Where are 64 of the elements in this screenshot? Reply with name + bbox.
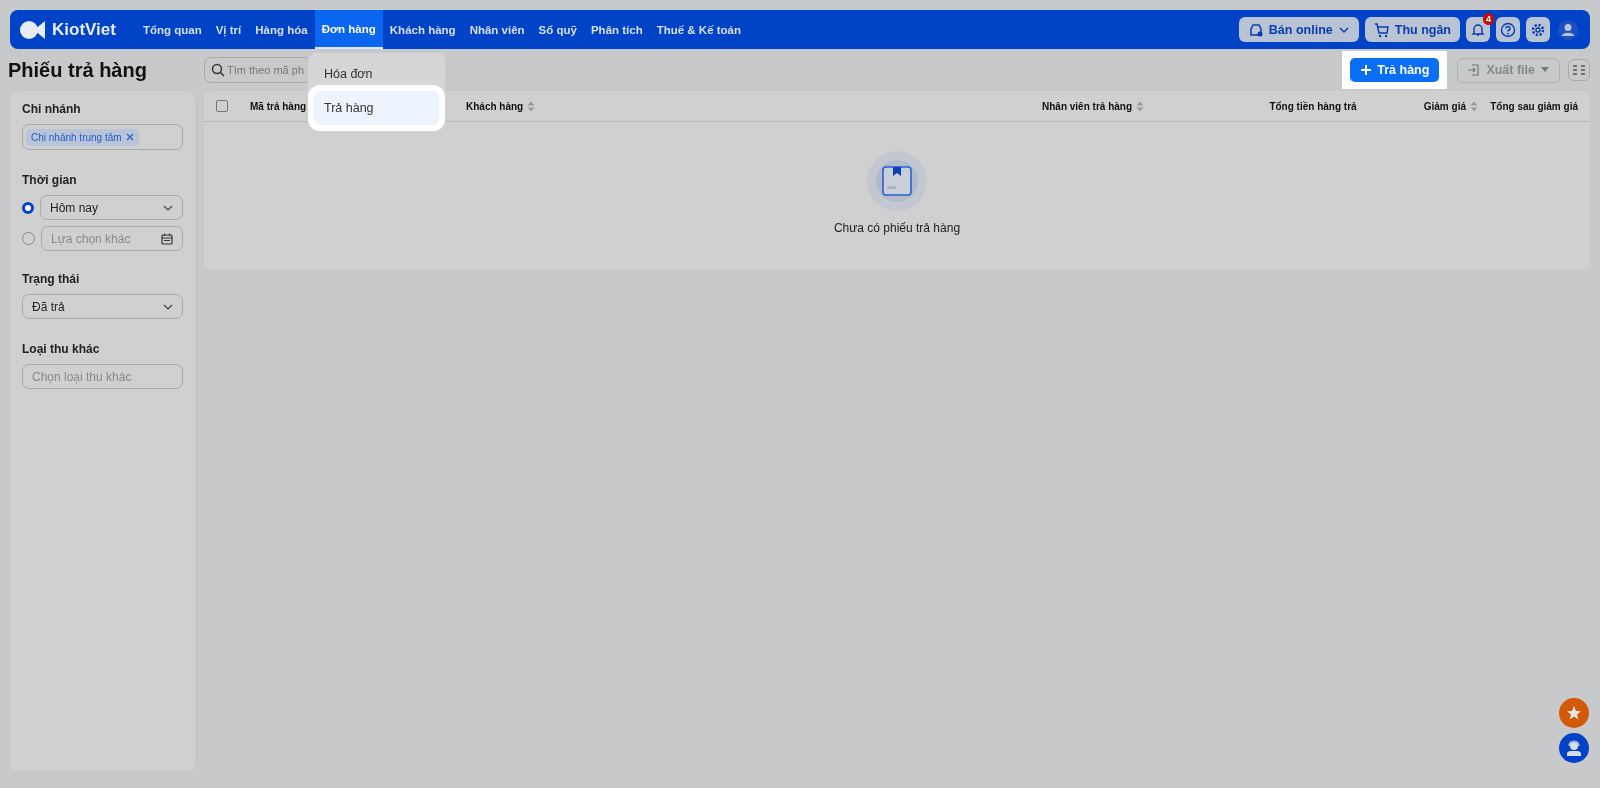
column-header: Khách hàng xyxy=(466,100,524,112)
brand-name: KiotViet xyxy=(52,19,116,40)
star-icon xyxy=(1566,705,1582,721)
nav-tab[interactable]: Sổ quỹ xyxy=(531,10,584,49)
column-settings-button[interactable] xyxy=(1568,59,1590,81)
empty-message: Chưa có phiếu trả hàng xyxy=(833,221,961,235)
nav-tab[interactable]: Tổng quan xyxy=(135,10,209,49)
chevron-down-icon xyxy=(163,204,173,211)
column-header: Tổng sau giảm giá xyxy=(1490,100,1578,112)
nav-tab[interactable]: Đơn hàng xyxy=(314,10,383,49)
nav-tab[interactable]: Vị trí xyxy=(208,10,249,49)
sort-icon[interactable] xyxy=(1136,100,1144,112)
help-icon xyxy=(1500,21,1516,38)
page-title: Phiếu trả hàng xyxy=(8,58,148,82)
menu-item[interactable]: Hóa đơn xyxy=(314,57,439,91)
column-header: Mã trả hàng xyxy=(250,100,307,112)
columns-icon xyxy=(1572,64,1586,76)
radio-button[interactable] xyxy=(22,201,34,214)
help-button[interactable] xyxy=(1496,17,1520,42)
bell-icon xyxy=(1471,22,1485,37)
field-placeholder: Lựa chọn khác xyxy=(51,231,131,246)
cart-icon xyxy=(1373,21,1390,38)
chevron-down-icon xyxy=(163,303,173,310)
filter-label: Loại thu khác xyxy=(22,342,101,356)
search-icon xyxy=(211,63,225,77)
caret-icon xyxy=(1540,66,1550,74)
tag-label: Chi nhánh trung tâm xyxy=(31,131,122,143)
cashier-button[interactable]: Thu ngân xyxy=(1364,17,1460,42)
favorite-button[interactable] xyxy=(1559,698,1589,728)
select-all-checkbox[interactable] xyxy=(216,100,228,112)
select-value: Hôm nay xyxy=(50,200,99,215)
column-header: Tổng tiền hàng trả xyxy=(1269,100,1357,112)
nav-tab[interactable]: Thuế & Kế toán xyxy=(649,10,749,49)
support-button[interactable] xyxy=(1559,733,1589,763)
branch-field[interactable]: Chi nhánh trung tâm xyxy=(22,124,183,150)
notification-badge: 4 xyxy=(1483,13,1494,25)
add-return-button[interactable]: Trả hàng xyxy=(1350,58,1440,82)
sort-icon[interactable] xyxy=(1470,100,1478,112)
account-button[interactable] xyxy=(1556,17,1580,42)
plus-icon xyxy=(1360,64,1373,76)
time-select[interactable]: Hôm nay xyxy=(40,195,183,220)
filter-label: Chi nhánh xyxy=(22,102,82,116)
store-icon xyxy=(1247,21,1264,38)
nav-tab[interactable]: Nhân viên xyxy=(462,10,532,49)
filter-label: Thời gian xyxy=(22,173,78,187)
empty-box-icon xyxy=(867,151,927,211)
nav-tab[interactable]: Phân tích xyxy=(583,10,650,49)
field-placeholder: Chọn loại thu khác xyxy=(32,369,132,384)
status-select[interactable]: Đã trả xyxy=(22,294,183,319)
calendar-icon xyxy=(161,232,173,245)
nav-tab[interactable]: Hàng hóa xyxy=(248,10,315,49)
export-icon xyxy=(1467,63,1482,77)
close-icon[interactable] xyxy=(125,133,134,141)
sort-icon[interactable] xyxy=(527,100,536,112)
settings-button[interactable] xyxy=(1526,17,1550,42)
filter-label: Trạng thái xyxy=(22,272,81,286)
support-agent-icon xyxy=(1565,739,1583,757)
online-sales-button[interactable]: Bán online xyxy=(1238,17,1359,42)
select-value: Đã trả xyxy=(32,299,65,314)
settings-icon xyxy=(1530,21,1546,38)
column-header: Nhân viên trả hàng xyxy=(1042,100,1132,112)
nav-tab[interactable]: Khách hàng xyxy=(382,10,463,49)
column-header: Giảm giá xyxy=(1423,100,1466,112)
user-avatar-icon xyxy=(1558,19,1578,40)
